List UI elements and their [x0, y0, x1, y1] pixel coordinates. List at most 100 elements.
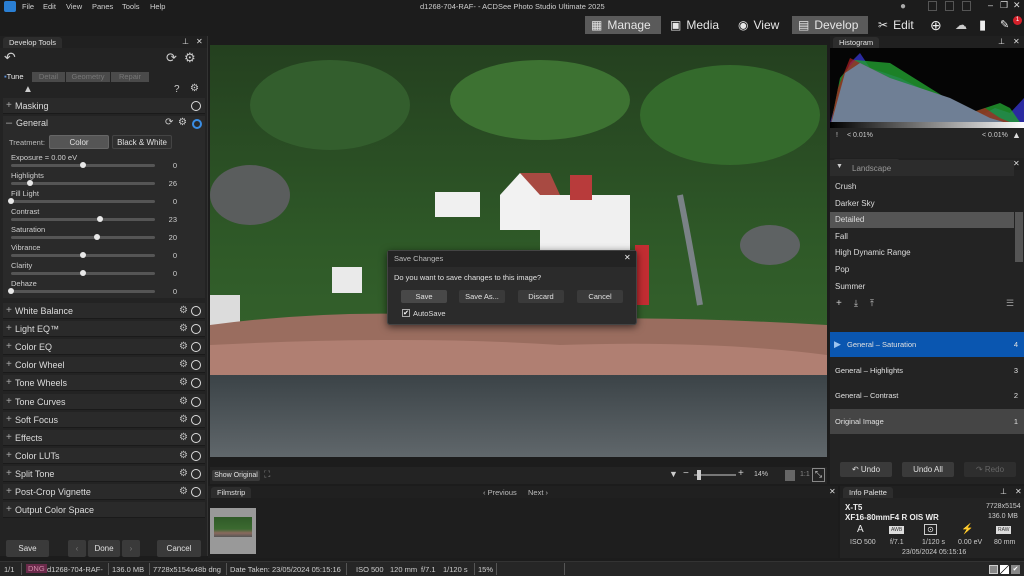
- zoom-slider-thumb[interactable]: [697, 470, 701, 480]
- expand-icon[interactable]: ⤡: [812, 468, 825, 482]
- cancel-button[interactable]: Cancel: [157, 540, 201, 557]
- redo-button[interactable]: ↷ Redo: [964, 462, 1016, 477]
- layout-right-icon[interactable]: [962, 1, 971, 11]
- gear-icon[interactable]: ⚙: [179, 303, 188, 319]
- undo-button[interactable]: ↶ Undo: [840, 462, 892, 477]
- toggle-icon[interactable]: [191, 487, 201, 497]
- slider-track[interactable]: [11, 180, 155, 186]
- preset-item[interactable]: Darker Sky: [830, 196, 1014, 212]
- gear-icon[interactable]: ⚙: [179, 339, 188, 355]
- gear-icon[interactable]: ⚙: [179, 375, 188, 391]
- gear-icon[interactable]: ⚙: [179, 448, 188, 464]
- fullscreen-icon[interactable]: ⛶: [264, 469, 270, 480]
- section-item[interactable]: + Soft Focus ⚙: [3, 411, 205, 428]
- histogram-close-icon[interactable]: ✕: [1013, 37, 1020, 46]
- gear-icon[interactable]: ⚙: [179, 321, 188, 337]
- dashboard-icon[interactable]: ▮: [979, 17, 986, 33]
- preset-item[interactable]: Fall: [830, 229, 1014, 245]
- show-original-button[interactable]: Show Original: [212, 470, 260, 481]
- notifications-icon[interactable]: ✎: [1000, 18, 1009, 31]
- presets-scrollbar[interactable]: [1015, 212, 1023, 262]
- help-icon[interactable]: ?: [174, 84, 180, 95]
- autosave-checkbox[interactable]: ✔: [402, 309, 410, 317]
- export-preset-icon[interactable]: ⤒: [870, 298, 874, 309]
- account-icon[interactable]: ●: [900, 1, 906, 12]
- dialog-save-as-button[interactable]: Save As...: [459, 290, 505, 303]
- preset-item[interactable]: Summer: [830, 279, 1014, 295]
- mode-media[interactable]: ▣ Media: [664, 16, 725, 34]
- checkmark-icon[interactable]: ✔: [1011, 565, 1020, 574]
- next-image-button[interactable]: ›: [122, 540, 140, 557]
- slider-thumb[interactable]: [94, 234, 101, 240]
- menu-tools[interactable]: Tools: [122, 2, 140, 11]
- zoom-level[interactable]: 14%: [754, 471, 768, 478]
- restore-button[interactable]: ❐: [1000, 0, 1008, 11]
- history-item[interactable]: General – Contrast 2: [830, 383, 1024, 408]
- previous-image-button[interactable]: ‹: [68, 540, 86, 557]
- gear-icon[interactable]: ⚙: [179, 430, 188, 446]
- slider-track[interactable]: [8, 198, 155, 204]
- filmstrip-close-icon[interactable]: ✕: [829, 487, 836, 496]
- toggle-icon[interactable]: [191, 414, 201, 425]
- mode-manage[interactable]: ▦ Manage: [585, 16, 661, 34]
- import-preset-icon[interactable]: ⤓: [854, 298, 858, 309]
- dialog-discard-button[interactable]: Discard: [518, 290, 564, 303]
- tab-detail[interactable]: Detail: [32, 72, 65, 82]
- tab-tune[interactable]: ▪Tune: [2, 72, 32, 82]
- toggle-icon[interactable]: [191, 360, 201, 371]
- histogram-pin-icon[interactable]: ⊥: [998, 37, 1005, 46]
- mode-view[interactable]: ◉ View: [732, 16, 785, 34]
- info-pin-icon[interactable]: ⊥: [1000, 487, 1007, 496]
- done-button[interactable]: Done: [88, 540, 120, 557]
- preset-menu-icon[interactable]: ☰: [1006, 298, 1014, 309]
- history-item[interactable]: ▶ General – Saturation 4: [830, 332, 1024, 357]
- actual-size-button[interactable]: 1:1: [800, 471, 810, 478]
- info-close-icon[interactable]: ✕: [1015, 487, 1022, 496]
- close-window-button[interactable]: ✕: [1013, 0, 1021, 11]
- menu-help[interactable]: Help: [150, 2, 165, 11]
- previous-button[interactable]: ‹ Previous: [483, 488, 517, 497]
- treatment-bw-button[interactable]: Black & White: [112, 135, 172, 149]
- settings-list-icon[interactable]: ⚙: [184, 50, 196, 66]
- toggle-icon[interactable]: [191, 342, 201, 353]
- slider-thumb[interactable]: [80, 162, 86, 168]
- slider-thumb[interactable]: [8, 198, 14, 204]
- toggle-icon[interactable]: [191, 306, 201, 316]
- slider-track[interactable]: [11, 270, 155, 276]
- label-gray-icon[interactable]: [989, 565, 998, 574]
- preset-item[interactable]: Detailed: [830, 212, 1014, 229]
- undo-all-button[interactable]: Undo All: [902, 462, 954, 477]
- gear-icon[interactable]: ⚙: [179, 394, 188, 410]
- slider-thumb[interactable]: [8, 288, 14, 294]
- collapse-icon[interactable]: –: [6, 117, 12, 129]
- dialog-close-button[interactable]: ✕: [624, 253, 631, 262]
- section-item[interactable]: + Color LUTs ⚙: [3, 447, 205, 464]
- preset-item[interactable]: High Dynamic Range: [830, 245, 1014, 261]
- slider-thumb[interactable]: [80, 252, 86, 258]
- menu-edit[interactable]: Edit: [43, 2, 56, 11]
- preset-item[interactable]: Pop: [830, 262, 1014, 278]
- save-button[interactable]: Save: [6, 540, 49, 557]
- zoom-in-button[interactable]: +: [738, 468, 744, 479]
- pin-icon[interactable]: ⊥: [182, 37, 189, 46]
- section-item[interactable]: + Split Tone ⚙: [3, 465, 205, 482]
- zoom-dropdown-icon[interactable]: ▼: [669, 469, 678, 479]
- add-preset-icon[interactable]: +: [836, 298, 842, 309]
- slider-thumb[interactable]: [80, 270, 86, 276]
- mode-develop[interactable]: ▤ Develop: [792, 16, 868, 34]
- highlight-warning-icon[interactable]: ▲: [1012, 130, 1021, 140]
- undo-arrow-icon[interactable]: ↶: [4, 49, 16, 66]
- section-item[interactable]: + Effects ⚙: [3, 429, 205, 446]
- sphere-icon[interactable]: ⊕: [930, 17, 942, 34]
- layout-bottom-icon[interactable]: [945, 1, 954, 11]
- section-item[interactable]: + Post-Crop Vignette ⚙: [3, 484, 205, 500]
- section-item[interactable]: + Color EQ ⚙: [3, 339, 205, 356]
- reset-icon[interactable]: ⟳: [165, 117, 173, 128]
- section-item[interactable]: + Color Wheel ⚙: [3, 357, 205, 374]
- section-item[interactable]: + Tone Curves ⚙: [3, 393, 205, 410]
- presets-close-icon[interactable]: ✕: [1013, 159, 1020, 168]
- cloud-365-icon[interactable]: ☁: [955, 18, 967, 32]
- treatment-color-button[interactable]: Color: [49, 135, 109, 149]
- next-button[interactable]: Next ›: [528, 488, 548, 497]
- section-masking[interactable]: + Masking: [3, 98, 205, 114]
